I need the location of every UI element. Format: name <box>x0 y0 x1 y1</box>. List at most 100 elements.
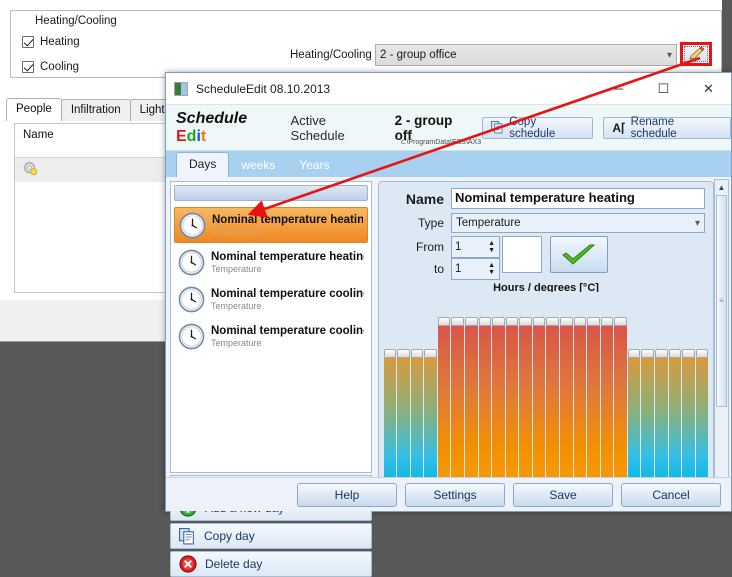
save-button[interactable]: Save <box>513 482 613 507</box>
bar-column[interactable] <box>600 316 614 489</box>
bar-body <box>519 325 532 489</box>
bar-handle[interactable] <box>464 316 478 326</box>
edit-schedule-button[interactable] <box>680 42 712 66</box>
bar-column[interactable] <box>641 349 655 489</box>
bar-handle[interactable] <box>410 349 424 359</box>
list-item[interactable]: Nominal temperature cooling day Temperat… <box>174 281 368 317</box>
help-button[interactable]: Help <box>297 482 397 507</box>
bar-handle[interactable] <box>560 316 573 326</box>
bar-handle[interactable] <box>668 349 682 359</box>
tab-people[interactable]: People <box>6 98 62 121</box>
bar-column[interactable] <box>614 316 627 489</box>
bar-handle[interactable] <box>682 349 695 359</box>
bar-column[interactable] <box>424 349 437 489</box>
delete-day-button[interactable]: Delete day <box>170 551 372 577</box>
bar-column[interactable] <box>682 349 695 489</box>
bar-handle[interactable] <box>492 316 505 326</box>
type-select-value: Temperature <box>456 217 521 229</box>
bar-column[interactable] <box>655 349 668 489</box>
type-select[interactable]: Temperature ▾ <box>451 213 705 233</box>
bar-column[interactable] <box>573 316 587 489</box>
stepper-arrows-icon[interactable]: ▲ ▼ <box>488 240 499 254</box>
stepper-arrows-icon[interactable]: ▲ ▼ <box>488 262 499 276</box>
apply-button[interactable] <box>550 236 608 273</box>
tab-infiltration[interactable]: Infiltration <box>60 99 131 121</box>
bar-column[interactable] <box>546 316 560 489</box>
from-stepper[interactable]: 1 ▲ ▼ <box>451 236 500 258</box>
tab-weeks[interactable]: weeks <box>229 154 287 177</box>
logo-word: Schedule <box>176 109 248 127</box>
bar-column[interactable] <box>397 349 410 489</box>
bar-column[interactable] <box>695 349 709 489</box>
bar-handle[interactable] <box>587 316 600 326</box>
dialog-footer: Help Settings Save Cancel <box>166 477 731 511</box>
bar-column[interactable] <box>437 316 451 489</box>
bar-column[interactable] <box>478 316 492 489</box>
rename-schedule-button[interactable]: A⌈ Rename schedule <box>603 116 732 140</box>
bar-handle[interactable] <box>505 316 519 326</box>
bar-column[interactable] <box>519 316 532 489</box>
close-button[interactable]: ✕ <box>686 73 731 104</box>
maximize-button[interactable]: ☐ <box>641 73 686 104</box>
name-input[interactable]: Nominal temperature heating <box>451 188 705 209</box>
list-item[interactable]: Nominal temperature heating week Tempera… <box>174 244 368 280</box>
bar-column[interactable] <box>492 316 505 489</box>
copy-day-button[interactable]: Copy day <box>170 523 372 549</box>
bar-column[interactable] <box>532 316 546 489</box>
bar-column[interactable] <box>560 316 573 489</box>
editor-vertical-scrollbar[interactable]: ▲ ≡ ▼ <box>714 179 729 505</box>
tab-days[interactable]: Days <box>176 152 230 177</box>
list-item[interactable]: Nominal temperature heating day Temperat… <box>174 207 368 243</box>
checkbox-heating[interactable]: Heating <box>22 36 80 48</box>
bar-column[interactable] <box>451 316 464 489</box>
vscroll-thumb[interactable]: ≡ <box>716 195 727 407</box>
bar-column[interactable] <box>627 349 641 489</box>
bar-handle[interactable] <box>546 316 560 326</box>
to-stepper[interactable]: 1 ▲ ▼ <box>451 258 500 280</box>
bar-handle[interactable] <box>573 316 587 326</box>
bar-handle[interactable] <box>437 316 451 326</box>
bar-handle[interactable] <box>695 349 709 359</box>
heating-cooling-combo[interactable]: 2 - group office ▾ <box>375 44 677 66</box>
bar-handle[interactable] <box>600 316 614 326</box>
cooling-checkbox-label: Cooling <box>40 61 79 73</box>
value-input[interactable] <box>502 236 542 273</box>
tab-years[interactable]: Years <box>287 154 341 177</box>
dialog-header: Schedule Edit Active Schedule 2 - group … <box>166 105 732 151</box>
bar-body <box>532 325 546 489</box>
bar-column[interactable] <box>505 316 519 489</box>
bar-column[interactable] <box>668 349 682 489</box>
bar-handle[interactable] <box>532 316 546 326</box>
bar-handle[interactable] <box>478 316 492 326</box>
bar-handle[interactable] <box>383 349 397 359</box>
settings-button[interactable]: Settings <box>405 482 505 507</box>
minimize-button[interactable]: ─ <box>596 73 641 104</box>
bar-handle[interactable] <box>519 316 532 326</box>
name-label: Name <box>405 190 444 207</box>
vscroll-track[interactable]: ≡ <box>715 194 728 490</box>
bar-column[interactable] <box>383 349 397 489</box>
bar-handle[interactable] <box>451 316 464 326</box>
heating-checkbox-box[interactable] <box>22 36 34 48</box>
bar-handle[interactable] <box>627 349 641 359</box>
bar-body <box>587 325 600 489</box>
list-item[interactable]: Nominal temperature cooling week Tempera… <box>174 318 368 354</box>
copy-schedule-button[interactable]: Copy schedule <box>482 116 594 140</box>
bar-handle[interactable] <box>424 349 437 359</box>
cooling-checkbox-box[interactable] <box>22 61 34 73</box>
bar-column[interactable] <box>587 316 600 489</box>
bar-handle[interactable] <box>397 349 410 359</box>
cancel-button[interactable]: Cancel <box>621 482 721 507</box>
active-schedule-label: Active Schedule <box>290 112 345 143</box>
checkbox-cooling[interactable]: Cooling <box>22 61 79 73</box>
list-top-bar <box>174 185 368 201</box>
bar-column[interactable] <box>410 349 424 489</box>
gear-icon <box>23 161 38 176</box>
triangle-up-icon[interactable]: ▲ <box>718 180 726 194</box>
list-item-title: Nominal temperature cooling day <box>211 287 364 300</box>
bar-handle[interactable] <box>641 349 655 359</box>
bar-column[interactable] <box>464 316 478 489</box>
bar-handle[interactable] <box>614 316 627 326</box>
list-item-subtitle: Temperature <box>212 226 263 237</box>
bar-handle[interactable] <box>655 349 668 359</box>
